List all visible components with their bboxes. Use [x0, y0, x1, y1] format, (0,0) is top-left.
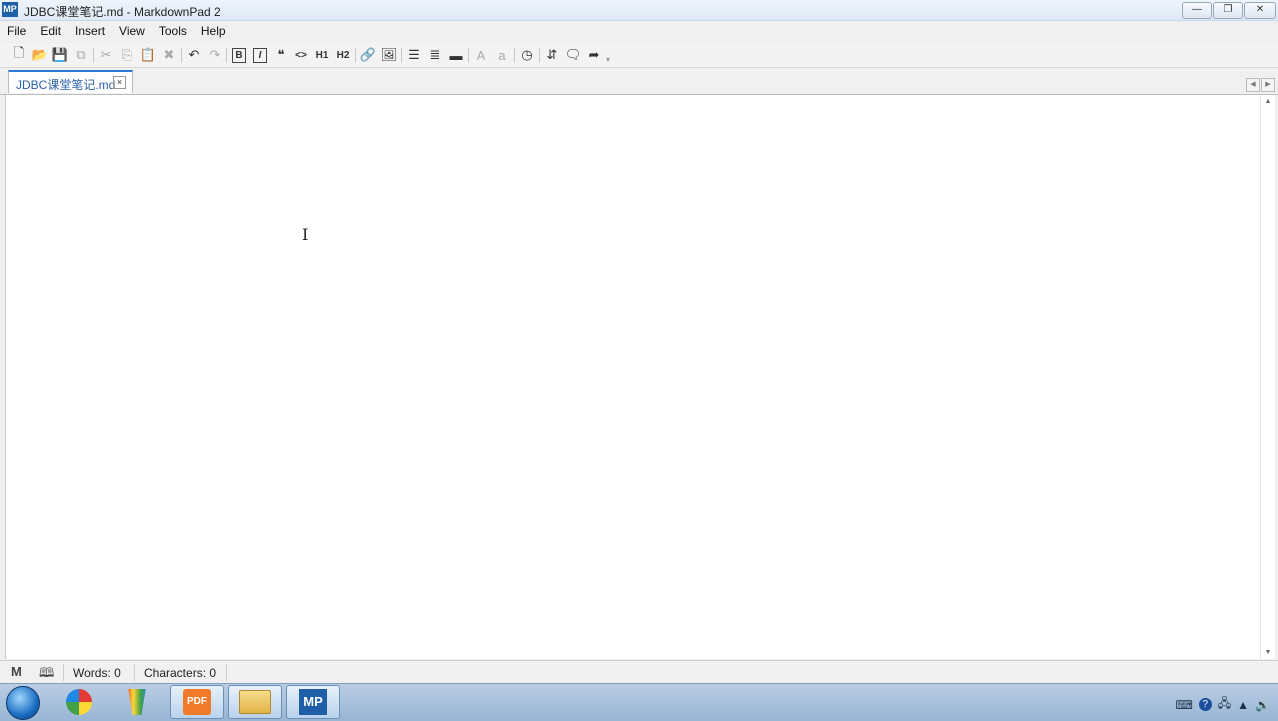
- volume-icon[interactable]: 🔊: [1255, 698, 1270, 712]
- tab-scroll-right-icon[interactable]: ▶: [1261, 78, 1275, 92]
- scroll-down-icon[interactable]: ▼: [1263, 649, 1273, 656]
- help-icon[interactable]: ?: [1198, 698, 1212, 711]
- menu-edit[interactable]: Edit: [33, 21, 68, 42]
- toolbar-overflow-icon[interactable]: ▾: [606, 55, 614, 64]
- markdownpad-app-icon: MP: [2, 2, 18, 17]
- cut-icon[interactable]: ✂: [97, 46, 115, 64]
- export-icon[interactable]: ➦: [585, 46, 603, 64]
- font-size-increase-icon[interactable]: A: [472, 46, 490, 64]
- italic-icon[interactable]: I: [251, 46, 269, 64]
- tab-close-icon[interactable]: ×: [113, 76, 126, 89]
- bulleted-list-icon[interactable]: ☰: [405, 46, 423, 64]
- window-title: JDBC课堂笔记.md - MarkdownPad 2: [24, 5, 221, 19]
- heading-1-icon[interactable]: H1: [313, 46, 331, 64]
- markdown-editor[interactable]: [5, 95, 1260, 659]
- show-hidden-icons-icon[interactable]: ▲: [1237, 698, 1249, 712]
- vertical-scrollbar[interactable]: ▲ ▼: [1260, 95, 1275, 659]
- new-document-icon[interactable]: 🗋: [10, 45, 28, 64]
- sync-scroll-icon[interactable]: ⇵: [543, 46, 561, 64]
- text-cursor-icon: I: [302, 225, 309, 244]
- taskbar-app-colorful-icon[interactable]: [52, 685, 106, 719]
- restore-button[interactable]: ❐: [1213, 2, 1243, 19]
- font-size-decrease-icon[interactable]: a: [493, 46, 511, 64]
- bold-icon[interactable]: B: [230, 46, 248, 64]
- system-tray: ⌨ ? 🖧 ▲ 🔊: [1175, 694, 1270, 715]
- copy-icon[interactable]: ⎘: [118, 46, 136, 64]
- redo-icon[interactable]: ↷: [206, 46, 224, 64]
- delete-icon[interactable]: ✖: [160, 46, 178, 64]
- network-icon[interactable]: 🖧: [1218, 694, 1231, 715]
- save-icon[interactable]: 💾: [51, 46, 69, 64]
- menu-tools[interactable]: Tools: [152, 21, 194, 42]
- menu-insert[interactable]: Insert: [68, 21, 112, 42]
- image-icon[interactable]: 🖼: [380, 46, 398, 64]
- scroll-up-icon[interactable]: ▲: [1263, 98, 1273, 105]
- windows-orb-icon: [6, 685, 40, 720]
- character-count: Characters: 0: [144, 666, 217, 680]
- keyboard-icon[interactable]: ⌨: [1175, 698, 1192, 712]
- tab-label: JDBC课堂笔记.md: [16, 78, 116, 92]
- timestamp-icon[interactable]: ◷: [518, 46, 536, 64]
- taskbar: PDF MP ⌨ ? 🖧 ▲ 🔊: [0, 683, 1278, 721]
- start-button[interactable]: [2, 685, 44, 720]
- minimize-button[interactable]: —: [1182, 2, 1212, 19]
- status-bar: M 🕮 Words: 0 Characters: 0: [0, 660, 1278, 684]
- open-folder-icon[interactable]: 📂: [31, 46, 49, 64]
- numbered-list-icon[interactable]: ≣: [426, 46, 444, 64]
- tab-scroll-left-icon[interactable]: ◀: [1246, 78, 1260, 92]
- menu-help[interactable]: Help: [194, 21, 233, 42]
- undo-icon[interactable]: ↶: [185, 46, 203, 64]
- preview-icon[interactable]: 🗨: [564, 46, 582, 64]
- tab-strip: JDBC课堂笔记.md ×: [0, 68, 1278, 95]
- title-bar: MP JDBC课堂笔记.md - MarkdownPad 2 — ❐ ✕: [0, 0, 1278, 21]
- taskbar-markdownpad-icon[interactable]: MP: [286, 685, 340, 719]
- taskbar-paint-icon[interactable]: [110, 685, 164, 719]
- quote-icon[interactable]: ❝: [272, 46, 290, 64]
- horizontal-rule-icon[interactable]: ▬: [447, 46, 465, 64]
- link-icon[interactable]: 🔗: [359, 46, 377, 64]
- markdown-mode-icon[interactable]: M: [11, 664, 22, 679]
- taskbar-pdf-icon[interactable]: PDF: [170, 685, 224, 719]
- menu-file[interactable]: File: [0, 21, 33, 42]
- word-count: Words: 0: [73, 666, 121, 680]
- paste-icon[interactable]: 📋: [139, 46, 157, 64]
- toolbar: 🗋 📂 💾 ⧉ ✂ ⎘ 📋 ✖ ↶ ↷ B I ❝ <> H1 H2 🔗 🖼 ☰…: [0, 43, 1278, 68]
- save-all-icon[interactable]: ⧉: [72, 46, 90, 64]
- taskbar-file-explorer-icon[interactable]: [228, 685, 282, 719]
- heading-2-icon[interactable]: H2: [334, 46, 352, 64]
- menu-bar: File Edit Insert View Tools Help: [0, 21, 1278, 42]
- code-icon[interactable]: <>: [292, 46, 310, 64]
- close-window-button[interactable]: ✕: [1244, 2, 1276, 19]
- tab-document[interactable]: JDBC课堂笔记.md ×: [8, 70, 133, 93]
- menu-view[interactable]: View: [112, 21, 152, 42]
